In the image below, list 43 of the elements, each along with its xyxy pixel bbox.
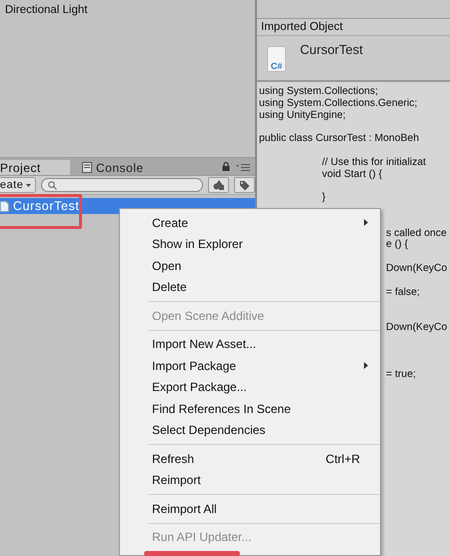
menu-item[interactable]: Import Package <box>120 355 380 376</box>
code-line: void Start () { <box>321 168 384 180</box>
code-line: public class CursorTest : MonoBeh <box>259 133 420 145</box>
menu-item[interactable]: Import New Asset... <box>120 334 380 355</box>
script-file-icon <box>0 200 9 212</box>
menu-item[interactable]: Show in Explorer <box>120 234 380 255</box>
shapes-icon <box>213 180 224 190</box>
menu-item[interactable]: Select Dependencies <box>120 420 380 441</box>
code-line: } <box>321 192 326 204</box>
search-icon <box>48 180 58 190</box>
caret-icon <box>26 184 32 186</box>
code-line: using UnityEngine; <box>259 110 347 122</box>
hierarchy-item[interactable]: Directional Light <box>5 3 255 17</box>
panel-tab[interactable]: Console <box>82 160 152 175</box>
code-line: using System.Collections.Generic; <box>259 98 418 110</box>
code-line: Down(KeyCo <box>385 322 448 334</box>
code-line: using System.Collections; <box>259 86 379 98</box>
code-line: Down(KeyCo <box>385 262 448 275</box>
console-icon <box>82 162 92 173</box>
code-line: = false; <box>385 286 421 298</box>
filter-type-button[interactable] <box>208 177 230 193</box>
panel-tab[interactable]: Project <box>0 160 70 175</box>
tag-icon <box>239 180 250 190</box>
code-line: = true; <box>385 369 417 381</box>
inspector-header: Imported Object <box>261 21 343 33</box>
create-button[interactable]: eate <box>0 177 36 193</box>
filter-label-button[interactable] <box>234 177 255 193</box>
code-line: s called once <box>385 228 448 240</box>
menu-item[interactable]: Delete <box>120 276 380 298</box>
code-line: e () { <box>385 239 409 252</box>
code-line: // Use this for initializat <box>321 156 427 169</box>
menu-item[interactable]: Reimport All <box>120 498 380 520</box>
menu-item[interactable]: Create <box>120 212 380 234</box>
asset-name: CursorTest <box>300 42 363 57</box>
menu-item[interactable]: Reimport <box>120 470 380 491</box>
menu-item[interactable]: Refresh Ctrl+R <box>120 448 380 470</box>
panel-menu-icon[interactable] <box>236 163 250 171</box>
search-field[interactable] <box>41 178 204 192</box>
menu-item[interactable]: Open <box>120 255 380 276</box>
script-file-icon: C# <box>267 46 286 72</box>
menu-item[interactable]: Export Package... <box>120 376 380 398</box>
lock-icon[interactable] <box>222 162 230 171</box>
menu-item[interactable]: Find References In Scene <box>120 398 380 420</box>
